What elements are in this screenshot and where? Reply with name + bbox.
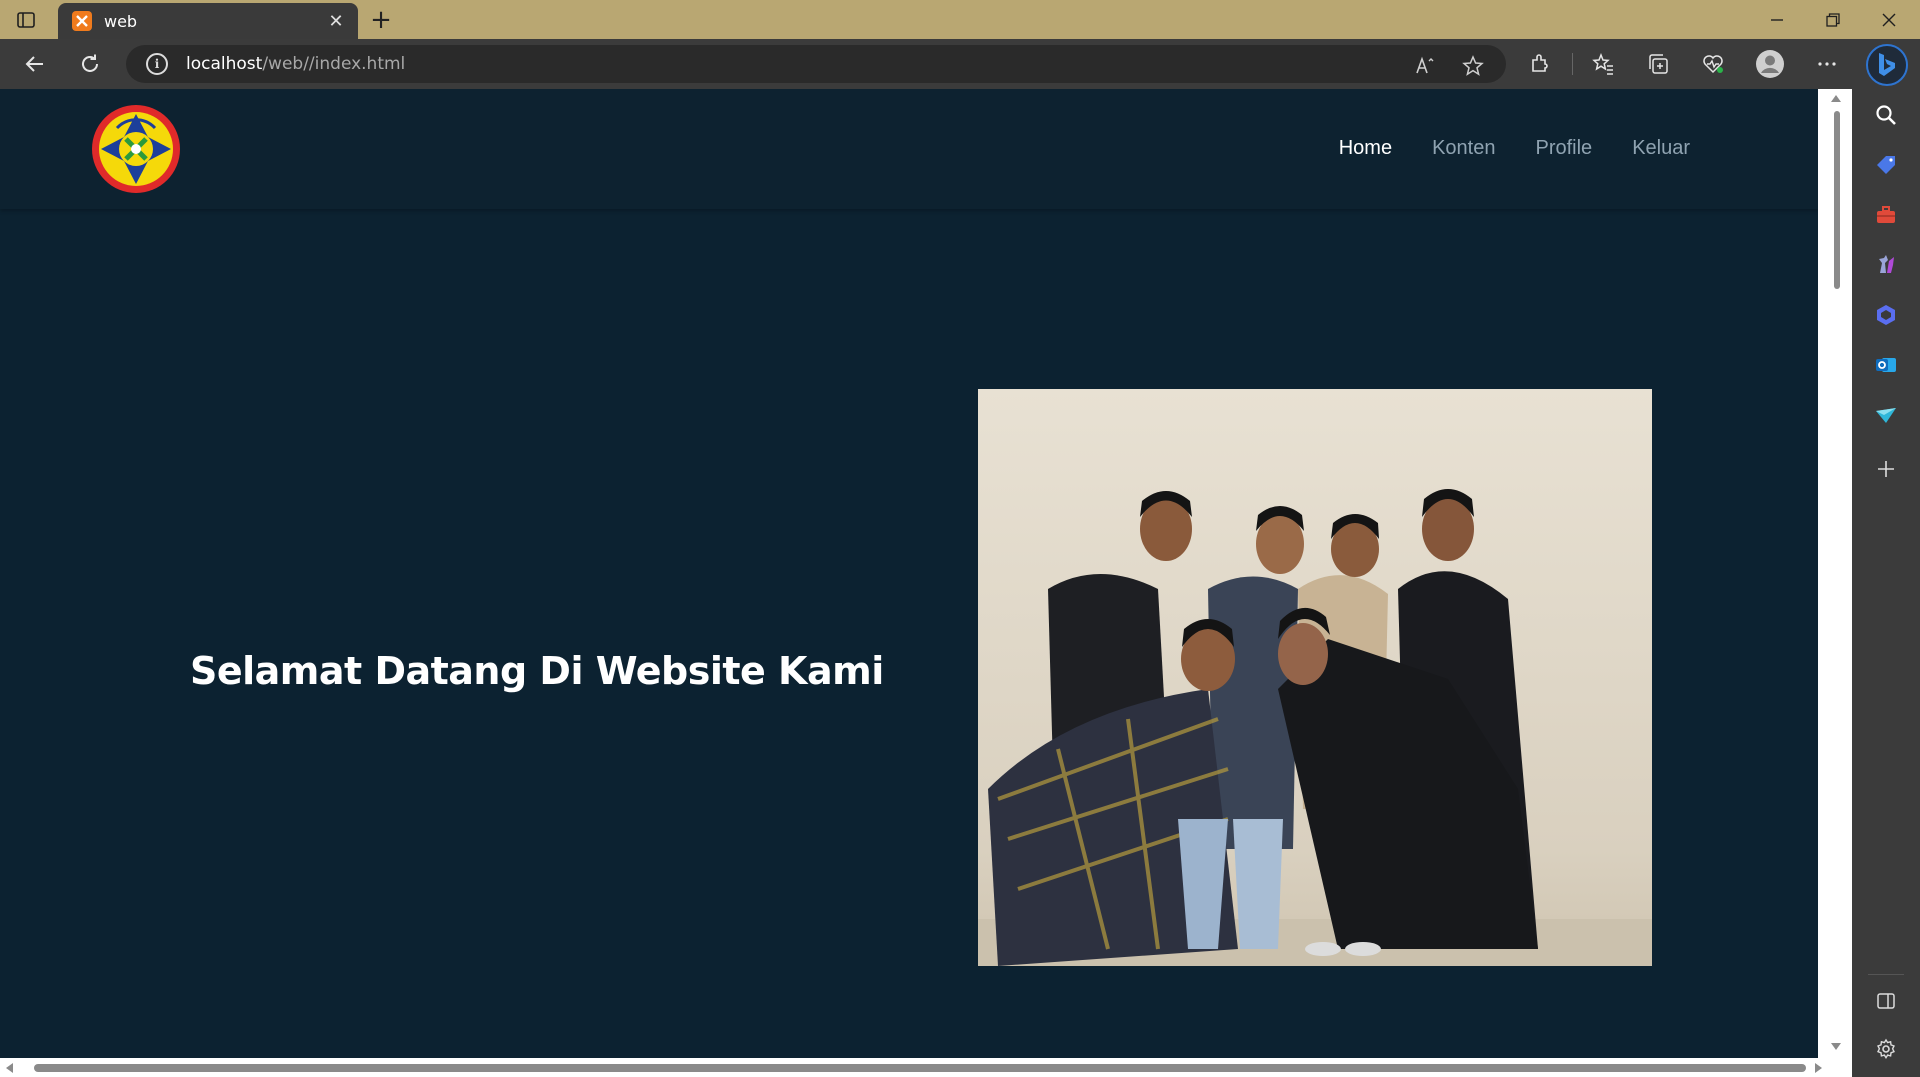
address-bar[interactable]: i localhost/web//index.html — [126, 45, 1506, 83]
more-icon[interactable] — [1814, 51, 1840, 77]
page-viewport: Home Konten Profile Keluar Selamat Datan… — [0, 89, 1818, 1058]
group-photo — [978, 389, 1652, 966]
close-icon[interactable] — [1866, 6, 1912, 34]
restore-icon[interactable] — [1810, 6, 1856, 34]
refresh-icon[interactable] — [77, 51, 103, 77]
settings-icon[interactable] — [1872, 1035, 1900, 1063]
school-emblem-logo[interactable] — [92, 105, 180, 193]
add-icon[interactable] — [1872, 455, 1900, 483]
browser-tab[interactable]: web ✕ — [58, 3, 358, 39]
xampp-icon — [72, 11, 92, 31]
favorite-star-icon[interactable] — [1462, 55, 1484, 77]
tab-title: web — [104, 11, 138, 31]
main-nav: Home Konten Profile Keluar — [1339, 137, 1690, 160]
favorites-icon[interactable] — [1590, 51, 1616, 77]
send-icon[interactable] — [1872, 401, 1900, 429]
browser-title-bar: web ✕ + — [0, 0, 1920, 39]
browser-sidebar — [1852, 89, 1920, 1077]
nav-konten[interactable]: Konten — [1432, 137, 1495, 160]
scroll-right-icon — [1815, 1063, 1822, 1073]
scroll-up-icon — [1831, 95, 1841, 102]
bing-copilot-icon[interactable] — [1866, 44, 1908, 86]
scroll-down-icon — [1831, 1043, 1841, 1050]
search-icon[interactable] — [1872, 101, 1900, 129]
toolbar-divider — [1572, 53, 1573, 75]
vertical-scrollbar[interactable] — [1818, 89, 1852, 1058]
shopping-tag-icon[interactable] — [1872, 151, 1900, 179]
address-path: /web//index.html — [262, 54, 406, 74]
browser-toolbar: i localhost/web//index.html — [0, 39, 1920, 89]
sidebar-divider — [1868, 974, 1904, 975]
nav-keluar[interactable]: Keluar — [1632, 137, 1690, 160]
outlook-icon[interactable] — [1872, 351, 1900, 379]
nav-home[interactable]: Home — [1339, 137, 1392, 160]
minimize-icon[interactable] — [1754, 6, 1800, 34]
address-host: localhost — [186, 54, 263, 74]
scroll-left-icon — [6, 1063, 13, 1073]
browser-essentials-icon[interactable] — [1700, 51, 1726, 77]
tab-actions-icon[interactable] — [14, 8, 38, 32]
site-header: Home Konten Profile Keluar — [0, 89, 1818, 209]
tools-icon[interactable] — [1872, 201, 1900, 229]
back-icon[interactable] — [22, 51, 48, 77]
horizontal-scrollbar[interactable] — [0, 1058, 1852, 1077]
vertical-scroll-thumb[interactable] — [1834, 111, 1840, 289]
profile-icon[interactable] — [1755, 49, 1785, 79]
new-tab-button[interactable]: + — [368, 7, 394, 34]
hero-title: Selamat Datang Di Website Kami — [190, 649, 884, 693]
extensions-icon[interactable] — [1527, 51, 1553, 77]
nav-profile[interactable]: Profile — [1535, 137, 1592, 160]
games-icon[interactable] — [1872, 251, 1900, 279]
site-info-icon[interactable]: i — [146, 53, 168, 75]
split-screen-icon[interactable] — [1872, 987, 1900, 1015]
read-aloud-icon[interactable] — [1414, 55, 1436, 77]
tab-close-icon[interactable]: ✕ — [324, 11, 348, 32]
copilot-icon[interactable] — [1872, 301, 1900, 329]
horizontal-scroll-thumb[interactable] — [34, 1064, 1806, 1072]
collections-icon[interactable] — [1645, 51, 1671, 77]
